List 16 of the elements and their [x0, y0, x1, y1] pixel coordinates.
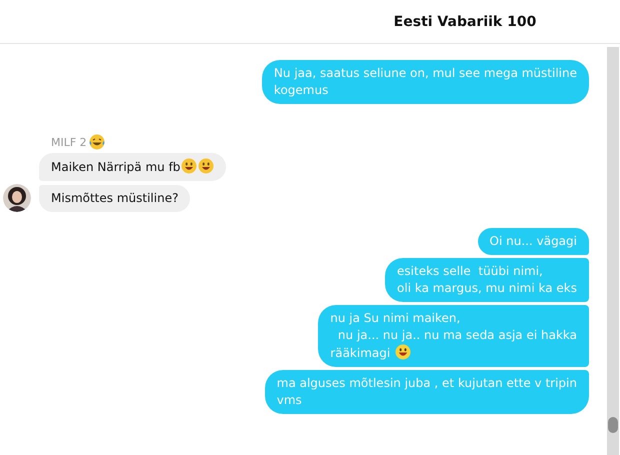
scrollbar[interactable]: [607, 47, 619, 455]
smiley-icon: [181, 158, 198, 174]
avatar[interactable]: [3, 184, 31, 212]
smiley-icon: [198, 158, 214, 174]
message-bubble: nu ja Su nimi maiken, nu ja... nu ja.. nu ma seda asja ei hakka rääkimagi: [318, 305, 589, 367]
chat-title: Eesti Vabariik 100: [394, 14, 536, 30]
smiley-icon: [395, 344, 412, 360]
message-bubble: Mismõttes müstiline?: [39, 185, 190, 212]
message-bubble: Nu jaa, saatus seliune on, mul see mega müstiline kogemus: [262, 60, 589, 104]
message-bubble: ma alguses mõtlesin juba , et kujutan ette v tripin vms: [264, 370, 589, 414]
sender-name: MILF 2: [51, 136, 87, 148]
laughing-emoji-icon: [88, 134, 105, 150]
message-bubble: Maiken Närripä mu fb: [39, 153, 226, 181]
message-bubble: esiteks selle tüübi nimi, oli ka margus, mu nimi ka eks: [385, 258, 589, 302]
message-bubble: Oi nu... vägagi: [478, 228, 589, 255]
scrollbar-thumb[interactable]: [608, 417, 618, 433]
